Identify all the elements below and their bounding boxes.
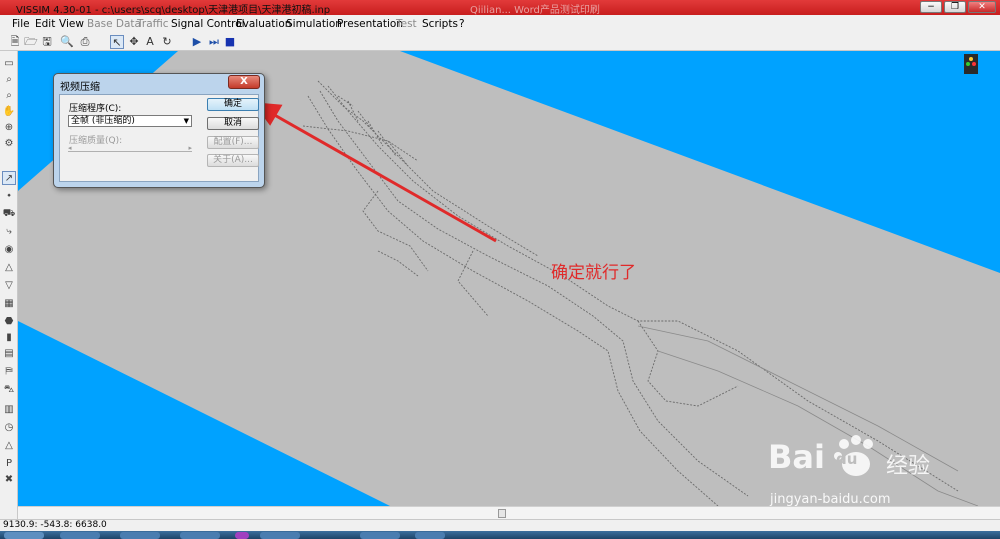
close-tools-icon[interactable]: ✖: [2, 473, 16, 487]
watermark-cn: 经验: [886, 454, 931, 479]
compressor-value: 全帧 (非压缩的): [71, 116, 135, 126]
taskbar-item[interactable]: [360, 532, 400, 539]
connector-icon[interactable]: ⬩: [2, 189, 16, 203]
taskbar-item[interactable]: [415, 532, 445, 539]
detector-icon[interactable]: ▦: [2, 297, 16, 311]
zoom-icon[interactable]: ⌕: [2, 73, 16, 87]
menu-file[interactable]: File: [12, 18, 30, 30]
taskbar-item[interactable]: [180, 532, 220, 539]
taskbar-item[interactable]: [260, 532, 300, 539]
menu-bar: File Edit View Base Data Traffic Signal …: [0, 15, 1000, 33]
print-icon[interactable]: ⎙: [78, 35, 92, 49]
links-icon[interactable]: ↗: [2, 171, 16, 185]
menu-help[interactable]: ?: [459, 18, 465, 30]
toolbar: 🗎 🗁 🖫 🔍 ⎙ ↖ ✥ A ↻ ▶ ⏭ ■: [0, 33, 1000, 51]
zoom-out-icon[interactable]: ⌕: [2, 89, 16, 103]
step-icon[interactable]: ⏭: [207, 35, 221, 49]
baidu-watermark: Bai du 经验 jingyan-baidu.com: [768, 430, 988, 515]
status-coordinates: 9130.9: -543.8: 6638.0: [3, 520, 107, 530]
configure-button[interactable]: 配置(F)...: [207, 136, 259, 149]
open-icon[interactable]: 🗁: [24, 35, 38, 49]
signal-head-icon[interactable]: ▮: [2, 331, 16, 345]
title-bar[interactable]: VISSIM 4.30-01 - c:\users\scq\desktop\天津…: [0, 0, 1000, 16]
menu-evaluation[interactable]: Evaluation: [236, 18, 291, 30]
priority-icon[interactable]: ▤: [2, 347, 16, 361]
menu-signal-control[interactable]: Signal Control: [171, 18, 245, 30]
menu-edit[interactable]: Edit: [35, 18, 55, 30]
compressor-select[interactable]: 全帧 (非压缩的) ▼: [68, 115, 192, 127]
travel-time-icon[interactable]: ◷: [2, 421, 16, 435]
video-compression-dialog[interactable]: 视频压缩 X 压缩程序(C): 全帧 (非压缩的) ▼ 压缩质量(Q): ◂ ▸…: [53, 73, 265, 188]
speed-icon[interactable]: ◉: [2, 243, 16, 257]
print-preview-icon[interactable]: 🔍: [60, 35, 74, 49]
about-button[interactable]: 关于(A)...: [207, 154, 259, 167]
vehicle-icon[interactable]: ⚙: [2, 137, 16, 151]
parking-icon[interactable]: P: [2, 457, 16, 471]
rotate-icon[interactable]: ↻: [160, 35, 174, 49]
left-toolstrip: ▭ ⌕ ⌕ ✋ ⊕ ⚙ ↗ ⬩ ⛟ ⤷ ◉ △ ▽ ▦ ⬣ ▮ ▤ ⛿ ⛍ ▥ …: [0, 51, 18, 519]
ok-button[interactable]: 确定: [207, 98, 259, 111]
annotation-text: 确定就行了: [551, 263, 636, 283]
taskbar-app-icon[interactable]: [235, 532, 249, 539]
slider-left-tick: ◂: [68, 144, 72, 152]
minimize-button[interactable]: −: [920, 1, 942, 13]
slider-right-tick: ▸: [188, 144, 192, 152]
taskbar-item[interactable]: [120, 532, 160, 539]
menu-scripts[interactable]: Scripts: [422, 18, 458, 30]
horizontal-scrollbar[interactable]: [18, 506, 1000, 519]
close-window-button[interactable]: ✕: [968, 1, 996, 13]
menu-base-data[interactable]: Base Data: [87, 18, 141, 30]
dialog-title: 视频压缩: [60, 82, 100, 93]
dialog-body: 压缩程序(C): 全帧 (非压缩的) ▼ 压缩质量(Q): ◂ ▸ 确定 取消 …: [59, 94, 259, 182]
play-icon[interactable]: ▶: [190, 35, 204, 49]
network-icon[interactable]: ▭: [2, 57, 16, 71]
menu-traffic[interactable]: Traffic: [137, 18, 169, 30]
traffic-signal-icon: [964, 54, 978, 74]
vehicle-input-icon[interactable]: ⛟: [2, 207, 16, 221]
watermark-brand: Bai: [768, 438, 825, 476]
new-icon[interactable]: 🗎: [8, 35, 22, 49]
menu-presentation[interactable]: Presentation: [337, 18, 403, 30]
watermark-url: jingyan-baidu.com: [770, 492, 891, 507]
queue-icon[interactable]: △: [2, 439, 16, 453]
cancel-button[interactable]: 取消: [207, 117, 259, 130]
menu-simulation[interactable]: Simulation: [286, 18, 342, 30]
bus-icon[interactable]: ⛍: [2, 383, 16, 397]
yield-icon[interactable]: ▽: [2, 279, 16, 293]
stop-icon[interactable]: ■: [223, 35, 237, 49]
pan-icon[interactable]: ✥: [127, 35, 141, 49]
save-icon[interactable]: 🖫: [40, 35, 54, 49]
menu-test[interactable]: Test: [396, 18, 417, 30]
scroll-thumb[interactable]: [498, 509, 506, 518]
window-title: VISSIM 4.30-01 - c:\users\scq\desktop\天津…: [16, 5, 331, 16]
background-window-title: Qiilian... Word产品测试印刷: [470, 5, 600, 16]
stop-sign-icon[interactable]: ⬣: [2, 315, 16, 329]
start-button[interactable]: [4, 532, 44, 539]
compressor-label: 压缩程序(C):: [69, 104, 122, 114]
menu-view[interactable]: View: [59, 18, 84, 30]
quality-slider[interactable]: ◂ ▸: [68, 144, 192, 152]
select-icon[interactable]: ↖: [110, 35, 124, 49]
quality-label: 压缩质量(Q):: [69, 136, 123, 146]
warning-icon[interactable]: △: [2, 261, 16, 275]
watermark-paw-text: du: [836, 450, 858, 468]
text-icon[interactable]: A: [143, 35, 157, 49]
measure-icon[interactable]: ⊕: [2, 121, 16, 135]
taskbar: [0, 531, 1000, 539]
dialog-close-button[interactable]: X: [228, 75, 260, 89]
transit-stop-icon[interactable]: ⛿: [2, 365, 16, 379]
status-bar: 9130.9: -543.8: 6638.0: [0, 519, 1000, 531]
node-icon[interactable]: ▥: [2, 403, 16, 417]
restore-button[interactable]: ❐: [944, 1, 966, 13]
hand-icon[interactable]: ✋: [2, 105, 16, 119]
taskbar-item[interactable]: [60, 532, 100, 539]
routing-icon[interactable]: ⤷: [2, 225, 16, 239]
chevron-down-icon: ▼: [183, 117, 189, 125]
